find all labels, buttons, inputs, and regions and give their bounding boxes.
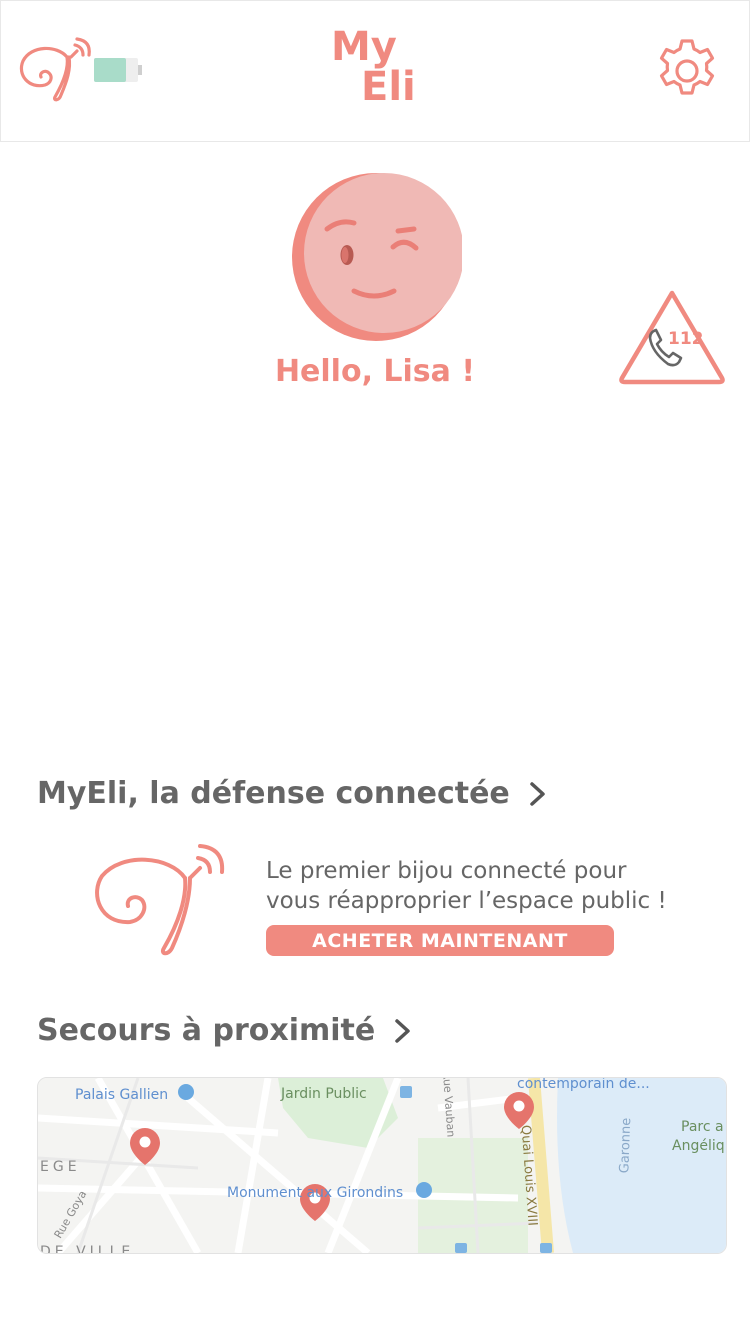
battery-icon xyxy=(94,58,142,82)
emergency-call-button[interactable]: 112 xyxy=(616,288,728,388)
promo-section-header[interactable]: MyEli, la défense connectée xyxy=(37,776,548,811)
map-label: EGE xyxy=(40,1159,81,1175)
map-label: Angéliq xyxy=(672,1138,725,1154)
promo-section-title: MyEli, la défense connectée xyxy=(37,776,510,811)
chevron-right-icon xyxy=(530,781,545,806)
map-label: Parc a xyxy=(681,1119,724,1135)
chevron-right-icon xyxy=(395,1018,410,1043)
map-label: DE VILLE xyxy=(40,1244,135,1254)
connected-jewel-icon[interactable] xyxy=(15,35,95,107)
connected-jewel-illustration xyxy=(95,844,225,956)
nearby-section-header[interactable]: Secours à proximité xyxy=(37,1013,413,1048)
map-label: contemporain de... xyxy=(517,1077,650,1092)
map-label: Jardin Public xyxy=(281,1086,367,1102)
top-bar: My Eli xyxy=(0,0,750,142)
winking-face-icon xyxy=(292,173,462,341)
buy-now-button[interactable]: ACHETER MAINTENANT xyxy=(266,925,614,956)
emergency-number: 112 xyxy=(668,329,704,349)
nearby-map[interactable]: Palais Gallien Jardin Public contemporai… xyxy=(37,1077,727,1254)
promo-description: Le premier bijou connecté pour vous réap… xyxy=(266,856,716,916)
app-logo: My Eli xyxy=(321,27,431,111)
map-label: Garonne xyxy=(617,1117,635,1174)
logo-line-2: Eli xyxy=(361,64,416,110)
promo-text-line-1: Le premier bijou connecté pour xyxy=(266,858,627,884)
map-label: Monument aux Girondins xyxy=(227,1185,404,1201)
map-label: Palais Gallien xyxy=(75,1087,169,1103)
promo-text-line-2: vous réapproprier l’espace public ! xyxy=(266,888,667,914)
logo-line-1: My xyxy=(331,24,397,70)
gear-icon[interactable] xyxy=(653,37,721,105)
greeting-text: Hello, Lisa ! xyxy=(274,354,476,389)
nearby-section-title: Secours à proximité xyxy=(37,1013,376,1048)
